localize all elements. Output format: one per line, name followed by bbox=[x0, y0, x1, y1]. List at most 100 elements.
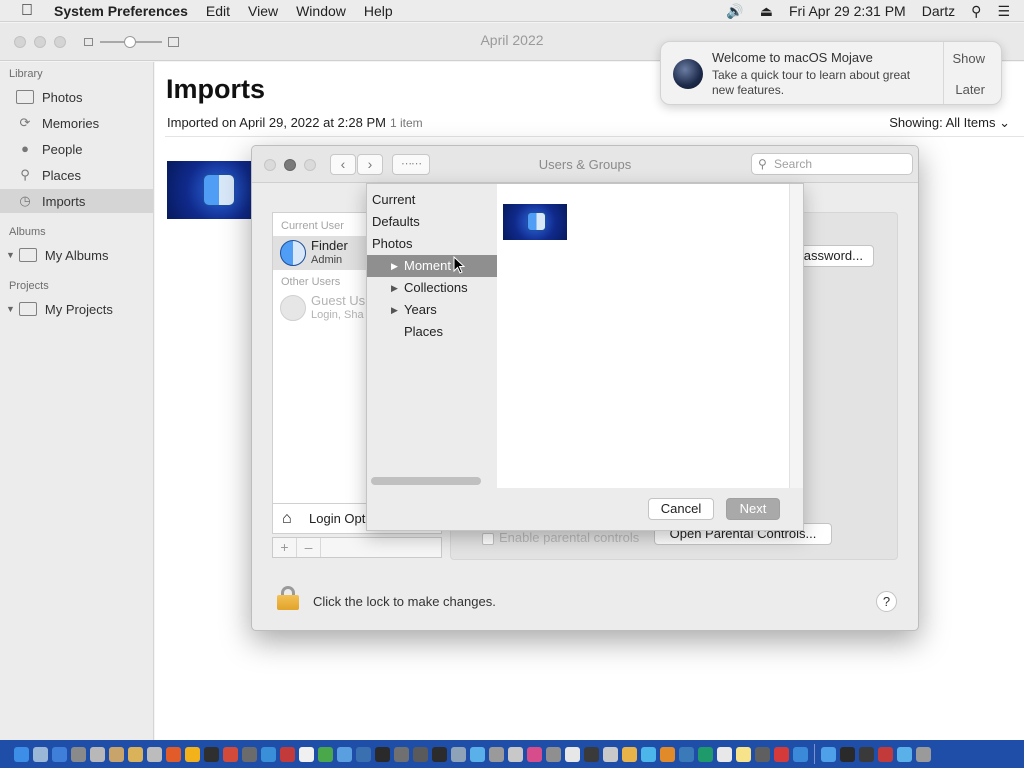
dock-app-icon[interactable] bbox=[451, 746, 466, 762]
dock-app-icon[interactable] bbox=[565, 746, 580, 762]
dock-app-icon[interactable] bbox=[717, 746, 732, 762]
volume-icon[interactable]: 🔊 bbox=[726, 3, 743, 20]
notification-banner[interactable]: Welcome to macOS Mojave Take a quick tou… bbox=[660, 41, 1002, 105]
remove-user-button[interactable]: – bbox=[297, 538, 321, 557]
dock-app-icon[interactable] bbox=[52, 746, 67, 762]
dock-app-icon[interactable] bbox=[318, 746, 333, 762]
dock-app-icon[interactable] bbox=[432, 746, 447, 762]
parental-controls-checkbox[interactable]: Enable parental controls bbox=[482, 530, 639, 545]
help-button[interactable]: ? bbox=[876, 591, 897, 612]
menu-edit[interactable]: Edit bbox=[206, 3, 230, 19]
dock-app-icon[interactable] bbox=[242, 746, 257, 762]
sidebar-item-people[interactable]: ● People bbox=[0, 137, 153, 161]
menu-window[interactable]: Window bbox=[296, 3, 346, 19]
sidebar-item-my-projects[interactable]: ▼ My Projects bbox=[0, 297, 153, 321]
dock-app-icon[interactable] bbox=[916, 746, 931, 762]
sidebar-item-my-albums[interactable]: ▼ My Albums bbox=[0, 243, 153, 267]
source-defaults[interactable]: Defaults bbox=[367, 211, 497, 233]
dock-app-icon[interactable] bbox=[71, 746, 86, 762]
dock-app-icon[interactable] bbox=[90, 746, 105, 762]
dock-app-icon[interactable] bbox=[280, 746, 295, 762]
eject-icon[interactable]: ⏏ bbox=[760, 3, 773, 20]
spotlight-search-icon[interactable]: ⚲ bbox=[971, 3, 981, 20]
source-current[interactable]: Current bbox=[367, 189, 497, 211]
dock-app-icon[interactable] bbox=[261, 746, 276, 762]
dock-app-icon[interactable] bbox=[337, 746, 352, 762]
source-years[interactable]: ▶ Years bbox=[367, 299, 497, 321]
next-button[interactable]: Next bbox=[726, 498, 780, 520]
dock-app-icon[interactable] bbox=[204, 746, 219, 762]
dock-app-icon[interactable] bbox=[413, 746, 428, 762]
checkbox-box[interactable] bbox=[482, 532, 494, 545]
search-input[interactable]: ⚲ Search bbox=[751, 153, 913, 175]
dock-app-icon[interactable] bbox=[622, 746, 637, 762]
menu-clock[interactable]: Fri Apr 29 2:31 PM bbox=[789, 3, 906, 19]
disclosure-triangle-icon[interactable]: ▶ bbox=[391, 277, 398, 299]
dock-app-icon[interactable] bbox=[679, 746, 694, 762]
menu-help[interactable]: Help bbox=[364, 3, 393, 19]
dock-app-icon[interactable] bbox=[698, 746, 713, 762]
dock-app-icon[interactable] bbox=[394, 746, 409, 762]
dock-app-icon[interactable] bbox=[793, 746, 808, 762]
photo-thumbnail[interactable] bbox=[167, 161, 263, 219]
disclosure-triangle-icon[interactable]: ▼ bbox=[6, 250, 15, 260]
change-password-button[interactable]: assword... bbox=[792, 245, 874, 267]
dock-app-icon[interactable] bbox=[223, 746, 238, 762]
source-photos[interactable]: Photos bbox=[367, 233, 497, 255]
dock-app-icon[interactable] bbox=[660, 746, 675, 762]
dock-app-icon[interactable] bbox=[33, 746, 48, 762]
horizontal-scrollbar[interactable] bbox=[371, 477, 481, 485]
add-user-button[interactable]: + bbox=[273, 538, 297, 557]
dock-app-icon[interactable] bbox=[508, 746, 523, 762]
menu-app-name[interactable]: System Preferences bbox=[54, 3, 188, 19]
source-collections[interactable]: ▶ Collections bbox=[367, 277, 497, 299]
notification-show-button[interactable]: Show bbox=[952, 51, 985, 66]
dock-app-icon[interactable] bbox=[774, 746, 789, 762]
dock-app-icon[interactable] bbox=[755, 746, 770, 762]
dock-app-icon[interactable] bbox=[185, 746, 200, 762]
vertical-scrollbar[interactable] bbox=[789, 184, 803, 488]
notification-center-icon[interactable]: ☰ bbox=[997, 3, 1010, 20]
source-label: Years bbox=[404, 302, 437, 317]
dock-app-icon[interactable] bbox=[584, 746, 599, 762]
dock-app-icon[interactable] bbox=[878, 746, 893, 762]
sidebar-item-imports[interactable]: ◷ Imports bbox=[0, 189, 153, 213]
dock-app-icon[interactable] bbox=[840, 746, 855, 762]
showing-value[interactable]: All Items bbox=[946, 115, 996, 130]
dock-app-icon[interactable] bbox=[356, 746, 371, 762]
dock-app-icon[interactable] bbox=[546, 746, 561, 762]
dock-app-icon[interactable] bbox=[527, 746, 542, 762]
menu-view[interactable]: View bbox=[248, 3, 278, 19]
source-places[interactable]: Places bbox=[367, 321, 497, 343]
dock-app-icon[interactable] bbox=[147, 746, 162, 762]
sidebar-item-photos[interactable]: Photos bbox=[0, 85, 153, 109]
dock-app-icon[interactable] bbox=[603, 746, 618, 762]
source-moments[interactable]: ▶ Moment bbox=[367, 255, 497, 277]
media-grid bbox=[497, 184, 789, 488]
dock-app-icon[interactable] bbox=[489, 746, 504, 762]
dock-app-icon[interactable] bbox=[821, 746, 836, 762]
sidebar-item-places[interactable]: ⚲ Places bbox=[0, 163, 153, 187]
disclosure-triangle-icon[interactable]: ▼ bbox=[6, 304, 15, 314]
menu-user[interactable]: Dartz bbox=[922, 3, 955, 19]
apple-menu-icon[interactable]:  bbox=[0, 2, 54, 20]
dock-app-icon[interactable] bbox=[128, 746, 143, 762]
disclosure-triangle-icon[interactable]: ▶ bbox=[391, 299, 398, 321]
dock-app-icon[interactable] bbox=[375, 746, 390, 762]
dock-app-icon[interactable] bbox=[109, 746, 124, 762]
dock-app-icon[interactable] bbox=[299, 746, 314, 762]
dock-app-icon[interactable] bbox=[166, 746, 181, 762]
lock-icon[interactable] bbox=[277, 586, 299, 610]
dock-app-icon[interactable] bbox=[470, 746, 485, 762]
showing-filter[interactable]: Showing: All Items ⌄ bbox=[889, 115, 1010, 131]
media-thumbnail[interactable] bbox=[503, 204, 567, 240]
dock-app-icon[interactable] bbox=[641, 746, 656, 762]
dock-app-icon[interactable] bbox=[897, 746, 912, 762]
disclosure-triangle-icon[interactable]: ▶ bbox=[391, 255, 398, 277]
dock-app-icon[interactable] bbox=[736, 746, 751, 762]
notification-later-button[interactable]: Later bbox=[955, 82, 985, 97]
dock-app-icon[interactable] bbox=[14, 746, 29, 762]
cancel-button[interactable]: Cancel bbox=[648, 498, 714, 520]
dock-app-icon[interactable] bbox=[859, 746, 874, 762]
sidebar-item-memories[interactable]: ⟳ Memories bbox=[0, 111, 153, 135]
